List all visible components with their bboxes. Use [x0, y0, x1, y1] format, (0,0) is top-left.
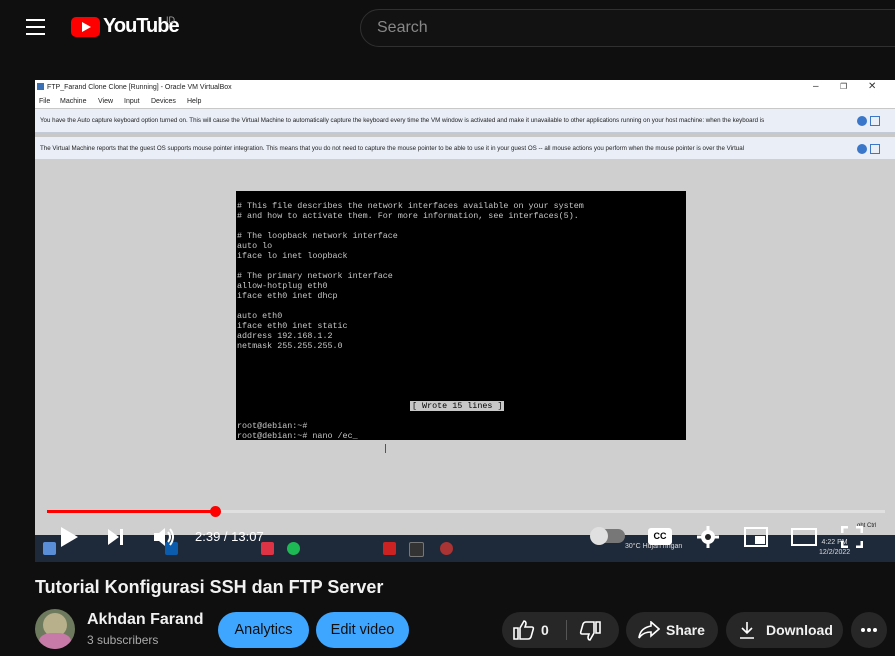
virtualbox-title-bar: FTP_Farand Clone Clone [Running] - Oracl…	[35, 80, 895, 95]
more-actions-button[interactable]	[851, 612, 887, 648]
more-horizontal-icon	[861, 628, 877, 632]
guest-terminal: # This file describes the network interf…	[236, 191, 686, 441]
time-display: 2:39 / 13:07	[195, 529, 264, 544]
play-icon[interactable]	[59, 526, 79, 548]
keyboard-capture-notice: You have the Auto capture keyboard optio…	[35, 109, 895, 133]
like-dislike-group: 0	[502, 612, 619, 648]
virtualbox-icon	[37, 83, 44, 90]
terminal-app-icon	[409, 542, 424, 557]
vb-menu-view: View	[98, 98, 114, 105]
terminal-status-message: [ Wrote 15 lines ]	[410, 401, 505, 411]
terminal-prompt-2: root@debian:~# nano /ec_	[237, 431, 358, 441]
video-title: Tutorial Konfigurasi SSH dan FTP Server	[35, 577, 384, 597]
notice-mute-icon	[870, 144, 880, 154]
like-count[interactable]: 0	[541, 622, 549, 638]
share-icon	[638, 621, 660, 639]
country-code: ID	[166, 15, 175, 25]
settings-gear-icon[interactable]	[697, 526, 719, 548]
vb-menu-machine: Machine	[60, 98, 87, 105]
captions-icon[interactable]: CC	[648, 528, 672, 545]
vb-menu-help: Help	[187, 98, 202, 105]
progress-bar[interactable]	[47, 506, 885, 517]
video-player[interactable]: FTP_Farand Clone Clone [Running] - Oracl…	[35, 80, 895, 562]
autoplay-toggle[interactable]	[590, 527, 625, 545]
dislike-icon[interactable]	[579, 621, 601, 641]
download-icon	[740, 622, 754, 639]
fullscreen-icon[interactable]	[841, 526, 863, 548]
keyboard-notice-text: You have the Auto capture keyboard optio…	[40, 117, 765, 124]
hamburger-menu-icon[interactable]	[26, 19, 45, 35]
avatar-body	[39, 633, 71, 649]
channel-name[interactable]: Akhdan Farand	[87, 611, 203, 629]
share-button[interactable]: Share	[626, 612, 718, 648]
download-button[interactable]: Download	[726, 612, 843, 648]
notice-close-icon	[857, 144, 867, 154]
app-icon	[440, 542, 453, 555]
virtualbox-menu-bar: File Machine View Input Devices Help	[35, 95, 895, 108]
mouse-cursor-icon	[385, 444, 392, 453]
mouse-notice-text: The Virtual Machine reports that the gue…	[40, 145, 745, 152]
search-input[interactable]	[375, 18, 859, 38]
scrubber-handle[interactable]	[209, 506, 221, 517]
virtualbox-window-title: FTP_Farand Clone Clone [Running] - Oracl…	[47, 84, 232, 91]
notice-mute-icon	[870, 116, 880, 126]
edit-video-button[interactable]: Edit video	[316, 612, 409, 648]
minimize-icon: –	[813, 81, 819, 92]
search-box[interactable]	[360, 9, 895, 47]
windows-start-icon	[43, 542, 56, 555]
terminal-prompt-1: root@debian:~#	[237, 421, 308, 431]
maximize-icon: ❐	[840, 82, 848, 91]
miniplayer-icon[interactable]	[744, 527, 768, 547]
vb-menu-devices: Devices	[151, 98, 176, 105]
top-bar: YouTube ID	[0, 0, 895, 58]
close-icon: ✕	[868, 81, 877, 92]
subscriber-count: 3 subscribers	[87, 633, 159, 647]
autoplay-knob	[590, 527, 608, 545]
recorder-icon	[383, 542, 396, 555]
volume-icon[interactable]	[153, 526, 177, 548]
like-divider	[566, 620, 567, 640]
like-icon[interactable]	[513, 620, 535, 640]
analytics-button[interactable]: Analytics	[218, 612, 309, 648]
spotify-icon	[287, 542, 300, 555]
channel-avatar[interactable]	[35, 609, 75, 649]
youtube-play-icon	[71, 16, 100, 37]
share-label: Share	[666, 622, 705, 638]
vb-menu-input: Input	[124, 98, 140, 105]
mouse-integration-notice: The Virtual Machine reports that the gue…	[35, 137, 895, 161]
progress-played	[47, 510, 215, 513]
download-label: Download	[766, 622, 833, 638]
next-video-icon[interactable]	[107, 528, 125, 546]
youtube-logo[interactable]: YouTube ID	[71, 15, 180, 38]
theater-mode-icon[interactable]	[791, 528, 817, 546]
terminal-file-content: # This file describes the network interf…	[237, 201, 584, 351]
notice-close-icon	[857, 116, 867, 126]
taskbar-date: 12/2/2022	[819, 549, 851, 556]
vb-menu-file: File	[39, 98, 51, 105]
